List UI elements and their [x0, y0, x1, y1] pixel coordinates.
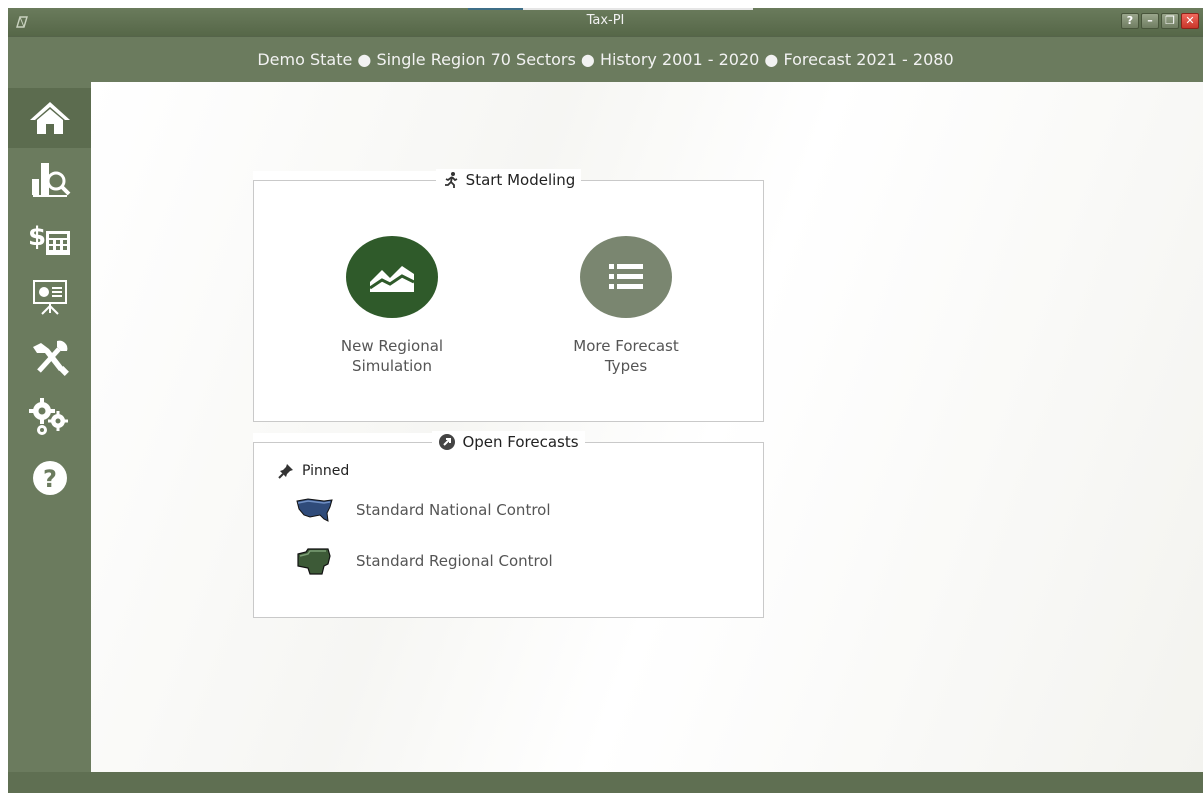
- area-chart-icon: [369, 266, 415, 292]
- sidebar: $ ?: [8, 82, 91, 772]
- model-info-bar: Demo State ● Single Region 70 Sectors ● …: [8, 36, 1203, 82]
- svg-text:?: ?: [43, 465, 57, 493]
- forecast-item-regional[interactable]: Standard Regional Control: [294, 546, 553, 576]
- forecast-item-national[interactable]: Standard National Control: [294, 495, 551, 525]
- new-regional-simulation-button[interactable]: New Regional Simulation: [302, 236, 482, 376]
- us-map-icon: [296, 498, 333, 522]
- minimize-button[interactable]: –: [1141, 13, 1159, 29]
- start-modeling-header: Start Modeling: [254, 169, 763, 191]
- open-forecasts-title: Open Forecasts: [462, 433, 579, 451]
- more-forecast-types-label: More Forecast Types: [573, 337, 679, 375]
- pinned-section: Pinned: [278, 463, 349, 479]
- sidebar-item-presentation[interactable]: [8, 268, 91, 328]
- sidebar-item-help[interactable]: ?: [8, 448, 91, 508]
- list-icon: [609, 264, 643, 289]
- close-button[interactable]: ✕: [1181, 13, 1199, 29]
- sidebar-item-tax-calculator[interactable]: $: [8, 208, 91, 268]
- sidebar-item-home[interactable]: [8, 88, 91, 148]
- sidebar-item-results[interactable]: [8, 148, 91, 208]
- forecast-types-circle: [580, 236, 672, 318]
- svg-text:$: $: [28, 222, 46, 252]
- forecast-item-regional-label: Standard Regional Control: [356, 552, 553, 570]
- chart-search-icon: [31, 163, 70, 197]
- tools-icon: [32, 340, 69, 376]
- start-modeling-panel: Start Modeling New Regional Simulation M…: [253, 169, 764, 422]
- window-controls: ? – ❐ ✕: [1121, 13, 1199, 29]
- open-forecasts-title-wrap: Open Forecasts: [432, 431, 585, 453]
- gears-icon: [28, 398, 68, 435]
- pin-icon: [278, 464, 293, 479]
- main-content: Start Modeling New Regional Simulation M…: [91, 82, 1203, 772]
- start-modeling-title-wrap: Start Modeling: [435, 169, 582, 191]
- app-window: Tax-PI ? – ❐ ✕ Demo State ● Single Regio…: [8, 8, 1203, 793]
- dollar-calculator-icon: $: [28, 222, 70, 255]
- running-man-icon: [444, 172, 458, 188]
- start-modeling-title: Start Modeling: [465, 171, 576, 189]
- open-forecasts-header: Open Forecasts: [254, 431, 763, 453]
- restore-button[interactable]: ❐: [1161, 13, 1179, 29]
- window-title: Tax-PI: [586, 13, 625, 28]
- title-bar: Tax-PI ? – ❐ ✕: [8, 8, 1203, 36]
- open-forecasts-panel: Open Forecasts Pinned Standard National …: [253, 431, 764, 618]
- new-regional-simulation-label: New Regional Simulation: [340, 337, 444, 375]
- presentation-board-icon: [32, 280, 67, 315]
- pinned-label: Pinned: [302, 463, 350, 479]
- more-forecast-types-button[interactable]: More Forecast Types: [536, 236, 716, 376]
- sidebar-item-tools[interactable]: [8, 328, 91, 388]
- sidebar-item-settings[interactable]: [8, 388, 91, 448]
- status-bar: [8, 772, 1203, 793]
- question-icon: ?: [32, 461, 67, 495]
- help-button[interactable]: ?: [1121, 13, 1139, 29]
- home-icon: [29, 102, 70, 134]
- simulation-circle: [346, 236, 438, 318]
- open-arrow-icon: [439, 434, 456, 450]
- forecast-item-national-label: Standard National Control: [356, 501, 551, 519]
- region-map-icon: [297, 548, 331, 575]
